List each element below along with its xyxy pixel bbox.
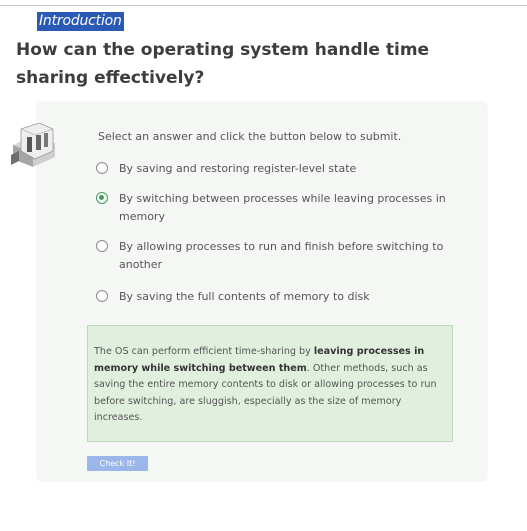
radio-button[interactable] [96, 162, 108, 174]
radio-button[interactable] [96, 290, 108, 302]
option-label: By allowing processes to run and finish … [119, 240, 444, 271]
feedback-box: The OS can perform efficient time-sharin… [87, 325, 453, 442]
option-label: By saving the full contents of memory to… [119, 290, 370, 303]
breadcrumb[interactable]: Introduction [37, 12, 124, 31]
instruction-text: Select an answer and click the button be… [98, 130, 402, 143]
check-it-button[interactable]: Check It! [87, 456, 148, 471]
server-room-icon [11, 123, 55, 167]
question-title: How can the operating system handle time… [16, 40, 430, 88]
top-divider [0, 5, 527, 6]
radio-button[interactable] [96, 240, 108, 252]
radio-button-selected[interactable] [96, 192, 108, 204]
option-label: By switching between processes while lea… [119, 192, 446, 223]
option-label: By saving and restoring register-level s… [119, 162, 357, 175]
feedback-intro: The OS can perform efficient time-sharin… [94, 346, 314, 357]
